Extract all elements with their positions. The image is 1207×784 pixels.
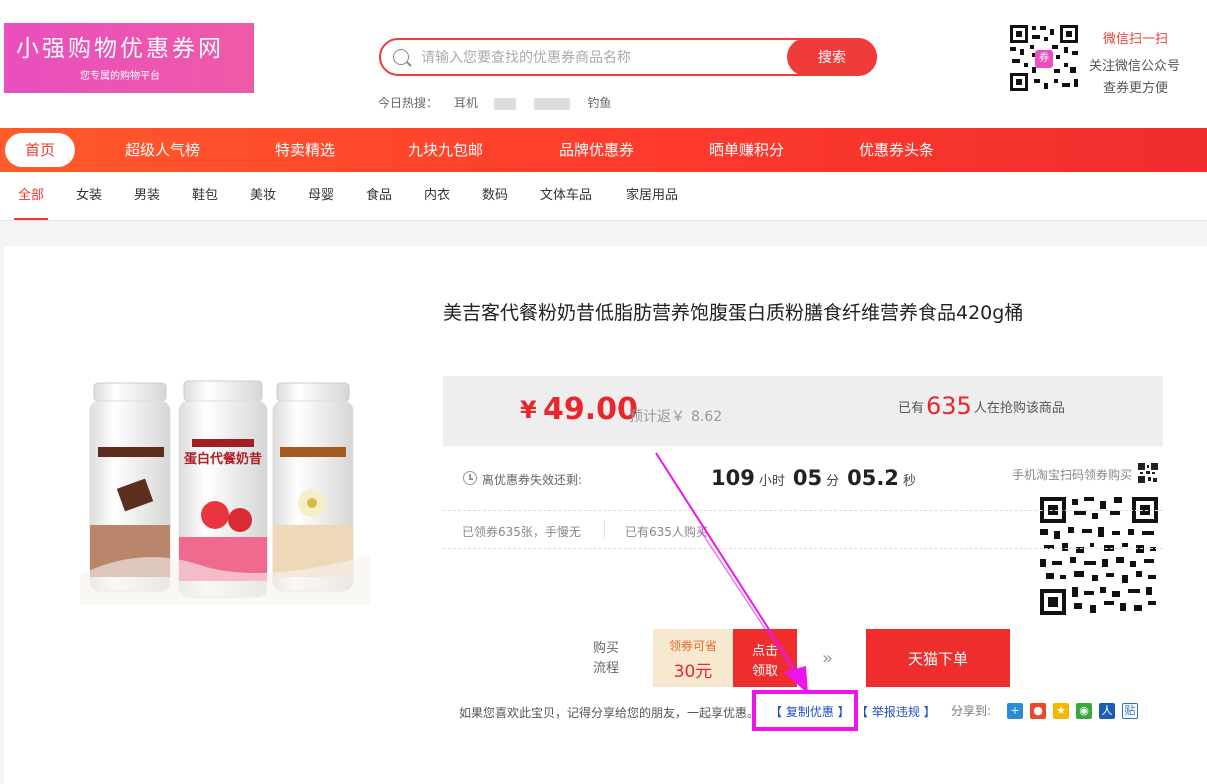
buyers-count-text: 已有635 人在抢购该商品 <box>898 392 1065 420</box>
hot-search-term[interactable]: 耳机 <box>454 96 478 110</box>
claim-line2: 领取 <box>751 664 778 679</box>
plus-icon[interactable]: + <box>1007 703 1023 719</box>
claim-coupon-button[interactable]: 点击 领取 <box>733 629 797 687</box>
hot-searches: 今日热搜： 耳机 钓鱼 <box>378 94 623 111</box>
seconds-unit: 秒 <box>902 474 916 489</box>
coupon-savings-label: 领券可省 <box>668 639 717 653</box>
logo-title: 小强购物优惠券网 <box>16 36 224 62</box>
divider <box>443 510 1163 511</box>
category-bar: 全部 女装 男装 鞋包 美妆 母婴 食品 内衣 数码 文体车品 家居用品 <box>0 172 1207 221</box>
countdown-label: 离优惠券失效还剩: <box>482 473 583 487</box>
site-logo[interactable]: 小强购物优惠券网 您专属的购物平台 <box>4 23 254 93</box>
buyers-suffix: 人在抢购该商品 <box>973 401 1065 416</box>
wechat-icon[interactable]: ◉ <box>1076 703 1092 719</box>
divider <box>443 548 1163 549</box>
category-food[interactable]: 食品 <box>366 172 392 220</box>
qr-mini-icon <box>1138 463 1158 483</box>
hot-search-term[interactable]: 钓鱼 <box>587 96 611 110</box>
product-image[interactable]: 蛋白代餐奶昔 <box>80 375 370 605</box>
nav-item-special[interactable]: 特卖精选 <box>275 128 335 172</box>
category-men[interactable]: 男装 <box>134 172 160 220</box>
category-home[interactable]: 家居用品 <box>626 172 678 220</box>
flow-label-line1: 购买 <box>592 641 619 656</box>
coupon-savings-box: 领券可省 30元 <box>653 629 733 687</box>
category-women[interactable]: 女装 <box>76 172 102 220</box>
wechat-more-text: 查券更方便 <box>1103 81 1169 96</box>
renren-icon[interactable]: 人 <box>1099 703 1115 719</box>
clock-icon <box>463 471 477 485</box>
minutes-unit: 分 <box>826 474 840 489</box>
coupons-claimed-text: 已领券635张，手慢无 <box>462 525 581 539</box>
tieba-icon[interactable]: 贴 <box>1122 703 1138 719</box>
main-nav: 首页 超级人气榜 特卖精选 九块九包邮 品牌优惠券 晒单赚积分 优惠券头条 <box>0 128 1207 172</box>
coupon-badge: 券 <box>1035 50 1053 68</box>
share-prompt-text: 如果您喜欢此宝贝，记得分享给您的朋友，一起享优惠。 <box>459 706 760 720</box>
blurred-hot-term[interactable] <box>493 97 516 110</box>
purchase-flow-label: 购买 流程 <box>590 639 622 679</box>
blurred-hot-term[interactable] <box>533 97 570 110</box>
wechat-follow-text: 关注微信公众号 <box>1089 59 1181 74</box>
nav-item-brand-coupons[interactable]: 品牌优惠券 <box>559 128 634 172</box>
report-violation-link[interactable]: 【 举报违规 】 <box>856 703 936 720</box>
rebate-label: 预计返￥ <box>629 409 685 425</box>
search-bar: 搜索 <box>379 38 877 76</box>
product-image-label: 蛋白代餐奶昔 <box>184 451 262 467</box>
buyers-total-text: 已有635人购买 <box>625 525 708 539</box>
buyers-count: 635 <box>926 392 972 420</box>
nav-item-popular[interactable]: 超级人气榜 <box>125 128 200 172</box>
countdown-minutes: 05 <box>792 466 823 490</box>
divider <box>604 521 605 539</box>
product-price: 49.00 <box>543 392 638 427</box>
category-beauty[interactable]: 美妆 <box>250 172 276 220</box>
countdown-seconds: 05.2 <box>847 466 899 490</box>
nav-item-free-shipping[interactable]: 九块九包邮 <box>408 128 483 172</box>
tmall-order-button[interactable]: 天猫下单 <box>866 629 1010 687</box>
countdown-hours: 109 <box>711 466 755 490</box>
category-all[interactable]: 全部 <box>14 172 49 220</box>
product-title: 美吉客代餐粉奶昔低脂肪营养饱腹蛋白质粉膳食纤维营养食品420g桶 <box>443 302 1024 324</box>
category-bags[interactable]: 鞋包 <box>192 172 218 220</box>
search-input[interactable] <box>419 46 783 70</box>
hours-unit: 小时 <box>758 474 785 489</box>
mobile-scan-text: 手机淘宝扫码领券购买 <box>1012 468 1133 482</box>
category-underwear[interactable]: 内衣 <box>424 172 450 220</box>
share-label: 分享到: <box>951 704 992 718</box>
nav-item-points[interactable]: 晒单赚积分 <box>709 128 784 172</box>
site-header: 小强购物优惠券网 您专属的购物平台 搜索 今日热搜： 耳机 钓鱼 券 微信扫一扫 <box>0 0 1207 128</box>
hot-search-label: 今日热搜： <box>378 96 439 110</box>
flow-label-line2: 流程 <box>592 661 619 676</box>
wechat-scan-text: 微信扫一扫 <box>1103 32 1169 47</box>
category-baby[interactable]: 母婴 <box>308 172 334 220</box>
highlight-box <box>752 690 858 731</box>
qzone-icon[interactable]: ★ <box>1053 703 1069 719</box>
search-button[interactable]: 搜索 <box>787 38 877 76</box>
rebate-value: 8.62 <box>691 409 723 425</box>
nav-item-headlines[interactable]: 优惠券头条 <box>859 128 934 172</box>
buyers-prefix: 已有 <box>898 401 925 416</box>
countdown-timer: 109 小时 05 分 05.2 秒 <box>711 466 924 490</box>
coupon-amount: 30元 <box>673 662 713 682</box>
category-digital[interactable]: 数码 <box>482 172 508 220</box>
currency-symbol: ¥ <box>520 396 537 424</box>
taobao-qr-code <box>1038 495 1160 617</box>
rebate-estimate: 预计返￥ 8.62 <box>629 406 722 426</box>
category-sports-car[interactable]: 文体车品 <box>540 172 592 220</box>
weibo-icon[interactable]: ● <box>1030 703 1046 719</box>
claim-line1: 点击 <box>751 644 778 659</box>
search-icon <box>393 49 409 65</box>
nav-item-home[interactable]: 首页 <box>5 133 75 167</box>
logo-subtitle: 您专属的购物平台 <box>80 71 160 82</box>
double-chevron-icon: » <box>822 648 834 669</box>
